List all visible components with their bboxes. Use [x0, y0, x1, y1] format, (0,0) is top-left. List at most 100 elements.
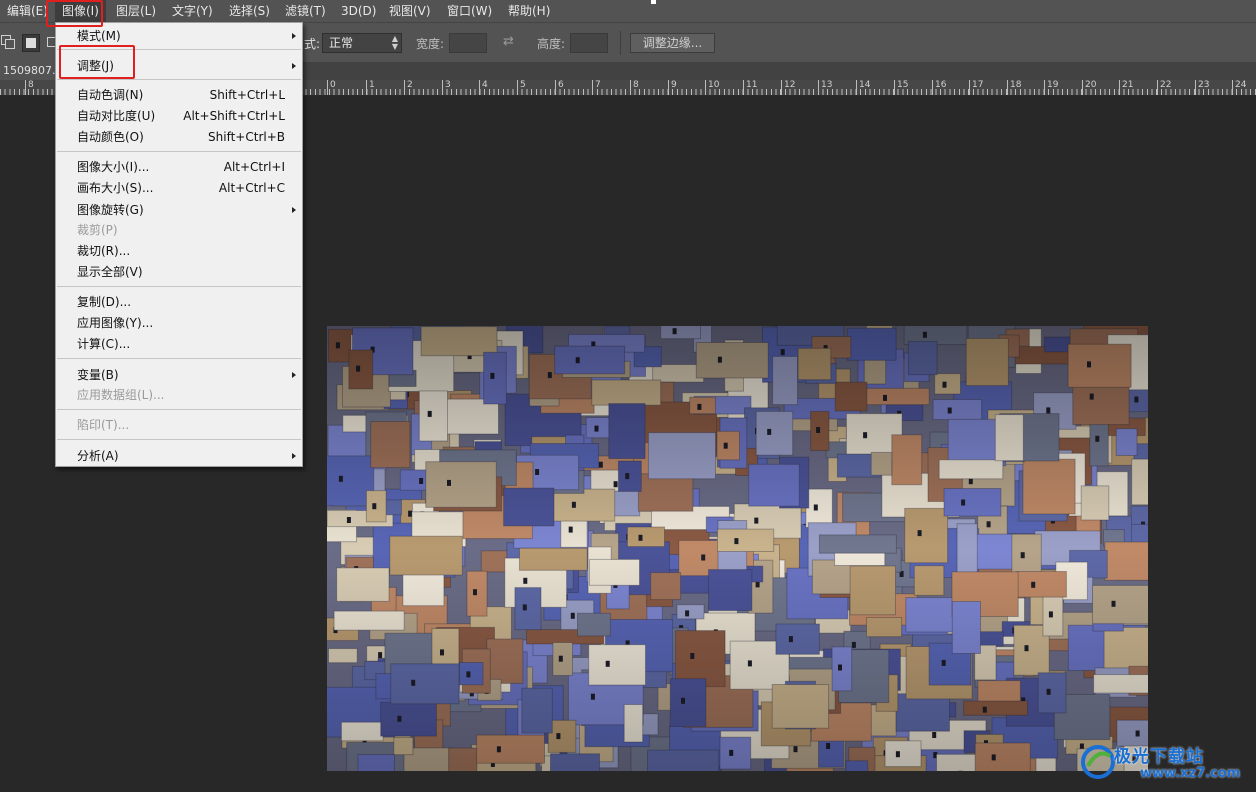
submenu-arrow-icon	[292, 207, 296, 213]
title-marker	[651, 0, 656, 4]
ruler-number: 23	[1198, 80, 1210, 90]
ruler-number: 9	[671, 80, 677, 90]
menu-view[interactable]: 视图(V)	[382, 0, 438, 22]
ruler-major-tick	[1157, 80, 1158, 95]
menu-item-label: 显示全部(V)	[77, 265, 143, 279]
menu-item-label: 陷印(T)...	[77, 418, 130, 432]
ruler-major-tick	[517, 80, 518, 95]
menu-item-auto-color[interactable]: 自动颜色(O) Shift+Ctrl+B	[56, 127, 302, 147]
watermark-brand: 极光下载站	[1114, 747, 1204, 767]
ruler-major-tick	[366, 80, 367, 95]
new-selection-icon[interactable]	[0, 34, 16, 50]
ruler-number: 7	[595, 80, 601, 90]
ruler-number: 17	[972, 80, 984, 90]
height-label: 高度:	[537, 37, 566, 51]
menu-item-analysis[interactable]: 分析(A)	[56, 446, 302, 466]
menu-item-reveal-all[interactable]: 显示全部(V)	[56, 262, 302, 282]
menu-item-label: 复制(D)...	[77, 295, 132, 309]
style-select[interactable]: 正常 ▲ ▼	[322, 33, 402, 53]
highlight-image-menu	[46, 0, 103, 27]
ruler-number: 5	[520, 80, 526, 90]
ruler-number: 21	[1122, 80, 1134, 90]
ruler-number: 13	[821, 80, 833, 90]
refine-edge-button[interactable]: 调整边缘...	[630, 33, 715, 53]
menu-item-auto-tone[interactable]: 自动色调(N) Shift+Ctrl+L	[56, 85, 302, 105]
menu-filter[interactable]: 滤镜(T)	[278, 0, 333, 22]
image-menu: 模式(M) 调整(J) 自动色调(N) Shift+Ctrl+L 自动对比度(U…	[55, 22, 303, 467]
menu-item-label: 裁切(R)...	[77, 244, 131, 258]
select-arrows-icon: ▲ ▼	[391, 34, 398, 51]
menu-item-image-size[interactable]: 图像大小(I)... Alt+Ctrl+I	[56, 157, 302, 177]
menu-item-duplicate[interactable]: 复制(D)...	[56, 292, 302, 312]
ruler-major-tick	[969, 80, 970, 95]
menu-item-apply-dataset: 应用数据组(L)...	[56, 385, 302, 405]
ruler-number: 2	[407, 80, 413, 90]
ruler-major-tick	[442, 80, 443, 95]
menu-item-label: 分析(A)	[77, 449, 119, 463]
canvas-image[interactable]	[327, 326, 1148, 771]
menu-item-shortcut: Shift+Ctrl+B	[208, 130, 285, 144]
menu-item-label: 模式(M)	[77, 29, 121, 43]
menu-item-label: 裁剪(P)	[77, 223, 118, 237]
menu-separator	[57, 409, 301, 410]
style-label: 式:	[304, 37, 321, 51]
menu-item-trap: 陷印(T)...	[56, 415, 302, 435]
submenu-arrow-icon	[292, 372, 296, 378]
ruler-major-tick	[630, 80, 631, 95]
swap-icon[interactable]: ⇄	[503, 34, 514, 49]
menu-item-label: 应用图像(Y)...	[77, 316, 154, 330]
ruler-number: 20	[1085, 80, 1097, 90]
menu-item-shortcut: Alt+Shift+Ctrl+L	[183, 109, 285, 123]
height-field[interactable]	[570, 33, 608, 53]
ruler-number: 18	[1010, 80, 1022, 90]
ruler-number: 1	[369, 80, 375, 90]
menu-item-label: 计算(C)...	[77, 337, 131, 351]
ruler-major-tick	[705, 80, 706, 95]
menu-separator	[57, 151, 301, 152]
menu-item-trim[interactable]: 裁切(R)...	[56, 241, 302, 261]
ruler-major-tick	[1044, 80, 1045, 95]
ruler-number: 11	[746, 80, 758, 90]
ruler-major-tick	[592, 80, 593, 95]
menu-item-shortcut: Alt+Ctrl+I	[223, 160, 285, 174]
menu-layer[interactable]: 图层(L)	[109, 0, 163, 22]
add-selection-icon[interactable]	[22, 34, 40, 52]
width-field[interactable]	[449, 33, 487, 53]
menu-help[interactable]: 帮助(H)	[501, 0, 557, 22]
menu-separator	[57, 439, 301, 440]
ruler-number: 19	[1047, 80, 1059, 90]
menu-item-label: 自动颜色(O)	[77, 130, 144, 144]
menu-select[interactable]: 选择(S)	[222, 0, 277, 22]
menu-type[interactable]: 文字(Y)	[165, 0, 220, 22]
ruler-number: 14	[859, 80, 871, 90]
ruler-major-tick	[856, 80, 857, 95]
ruler-number: 3	[445, 80, 451, 90]
menu-window[interactable]: 窗口(W)	[440, 0, 499, 22]
menu-item-canvas-size[interactable]: 画布大小(S)... Alt+Ctrl+C	[56, 178, 302, 198]
menu-separator	[57, 79, 301, 80]
ruler-number: 4	[482, 80, 488, 90]
menu-item-apply-image[interactable]: 应用图像(Y)...	[56, 313, 302, 333]
ruler-major-tick	[743, 80, 744, 95]
submenu-arrow-icon	[292, 33, 296, 39]
ruler-major-tick	[327, 80, 328, 95]
menu-separator	[57, 358, 301, 359]
ruler-major-tick	[1082, 80, 1083, 95]
ruler-major-tick	[555, 80, 556, 95]
menu-3d[interactable]: 3D(D)	[334, 0, 383, 22]
menu-item-calculations[interactable]: 计算(C)...	[56, 334, 302, 354]
ruler-major-tick	[404, 80, 405, 95]
menu-item-variables[interactable]: 变量(B)	[56, 365, 302, 385]
ruler-number: 15	[897, 80, 909, 90]
ruler-major-tick	[479, 80, 480, 95]
menu-bar: 编辑(E) 图像(I) 图层(L) 文字(Y) 选择(S) 滤镜(T) 3D(D…	[0, 0, 1256, 22]
ruler-number: 6	[558, 80, 564, 90]
ruler-number: 8	[28, 80, 34, 90]
ruler-major-tick	[1195, 80, 1196, 95]
menu-item-mode[interactable]: 模式(M)	[56, 26, 302, 46]
menu-item-auto-contrast[interactable]: 自动对比度(U) Alt+Shift+Ctrl+L	[56, 106, 302, 126]
menu-item-image-rotation[interactable]: 图像旋转(G)	[56, 200, 302, 220]
menu-separator	[57, 286, 301, 287]
submenu-arrow-icon	[292, 63, 296, 69]
menu-item-label: 图像大小(I)...	[77, 160, 150, 174]
